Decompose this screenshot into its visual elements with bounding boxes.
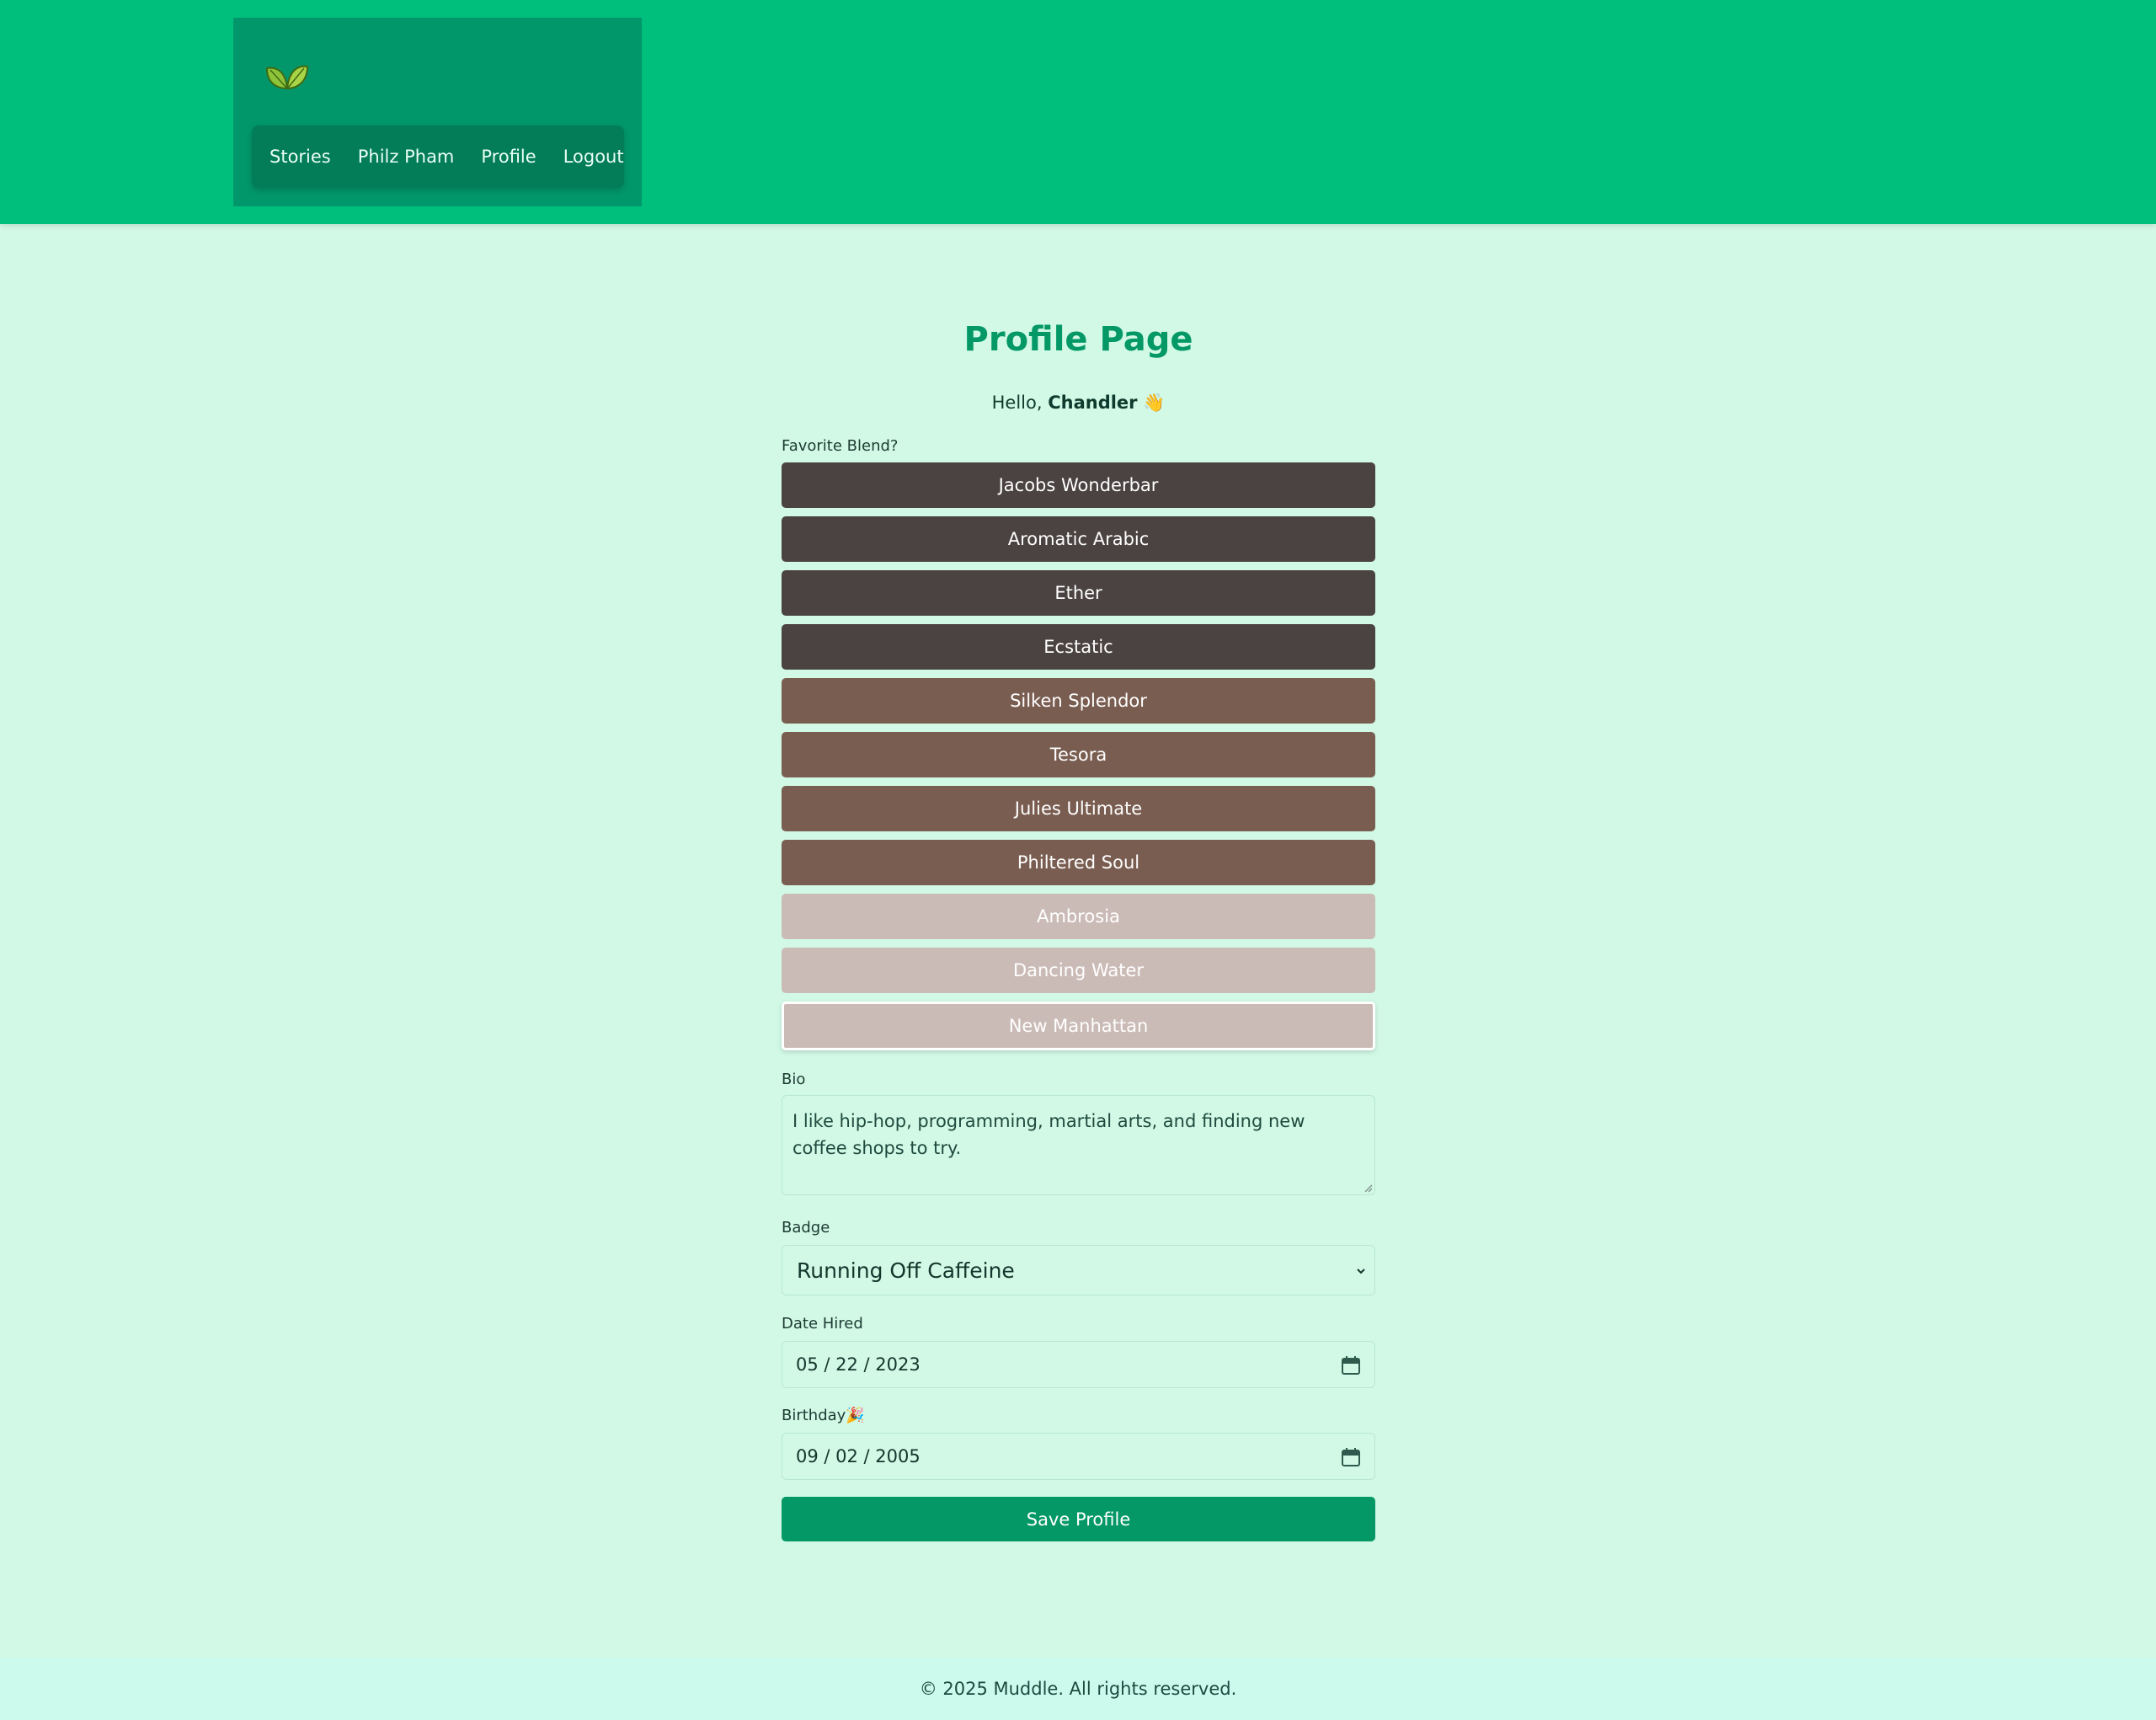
brand-box: Stories Philz Pham Profile Logout	[233, 18, 642, 206]
blend-option-julies-ultimate[interactable]: Julies Ultimate	[782, 786, 1375, 831]
nav-logout-link[interactable]: Logout	[536, 147, 624, 167]
greeting-prefix: Hello,	[991, 393, 1049, 413]
save-profile-button[interactable]: Save Profile	[782, 1497, 1375, 1541]
blend-option-tesora[interactable]: Tesora	[782, 732, 1375, 777]
badge-label: Badge	[782, 1219, 830, 1237]
blend-option-silken-splendor[interactable]: Silken Splendor	[782, 678, 1375, 724]
calendar-icon[interactable]	[1341, 1354, 1361, 1376]
favorite-blend-label: Favorite Blend?	[782, 437, 899, 455]
blend-option-philtered-soul[interactable]: Philtered Soul	[782, 840, 1375, 885]
birthday-label: Birthday🎉	[782, 1407, 865, 1424]
resize-grip-icon[interactable]	[1364, 1184, 1373, 1193]
birthday-value: 09 / 02 / 2005	[796, 1446, 921, 1466]
date-hired-input[interactable]: 05 / 22 / 2023	[782, 1341, 1375, 1388]
date-hired-label: Date Hired	[782, 1315, 863, 1333]
copyright-text: © 2025 Muddle. All rights reserved.	[919, 1679, 1237, 1699]
blend-option-ether[interactable]: Ether	[782, 570, 1375, 616]
badge-selected-value: Running Off Caffeine	[797, 1258, 1015, 1283]
bio-label: Bio	[782, 1071, 806, 1088]
wave-emoji: 👋	[1143, 393, 1166, 413]
page-title: Profile Page	[963, 320, 1193, 359]
blend-option-new-manhattan[interactable]: New Manhattan	[782, 1002, 1375, 1050]
blend-option-ambrosia[interactable]: Ambrosia	[782, 894, 1375, 939]
nav-stories-link[interactable]: Stories	[252, 147, 331, 167]
site-footer: © 2025 Muddle. All rights reserved.	[0, 1658, 2156, 1720]
site-header: Stories Philz Pham Profile Logout	[0, 0, 2156, 224]
calendar-icon[interactable]	[1341, 1446, 1361, 1468]
leaf-icon[interactable]	[264, 60, 311, 93]
user-name: Chandler	[1048, 393, 1138, 413]
date-hired-value: 05 / 22 / 2023	[796, 1354, 921, 1375]
blend-option-jacobs-wonderbar[interactable]: Jacobs Wonderbar	[782, 462, 1375, 508]
greeting: Hello, Chandler 👋	[782, 393, 1375, 414]
nav-profile-link[interactable]: Profile	[454, 147, 536, 167]
badge-select[interactable]: Running Off Caffeine	[782, 1245, 1375, 1295]
bio-textarea[interactable]: I like hip-hop, programming, martial art…	[782, 1095, 1375, 1195]
blend-option-dancing-water[interactable]: Dancing Water	[782, 948, 1375, 993]
main-nav: Stories Philz Pham Profile Logout	[252, 126, 624, 188]
blend-options: Jacobs Wonderbar Aromatic Arabic Ether E…	[782, 462, 1375, 1059]
nav-philz-pham-link[interactable]: Philz Pham	[331, 147, 455, 167]
blend-option-ecstatic[interactable]: Ecstatic	[782, 624, 1375, 670]
chevron-down-icon	[1357, 1269, 1365, 1274]
birthday-input[interactable]: 09 / 02 / 2005	[782, 1433, 1375, 1480]
blend-option-aromatic-arabic[interactable]: Aromatic Arabic	[782, 516, 1375, 562]
